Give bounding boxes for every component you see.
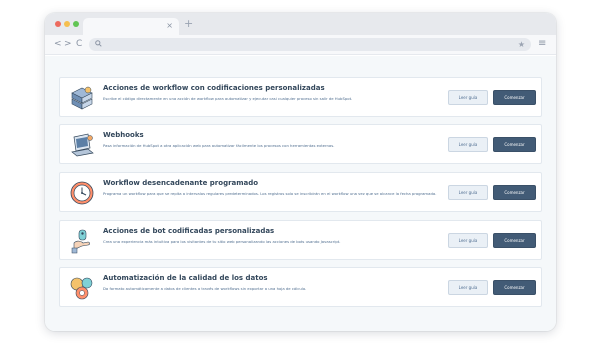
feature-card: Workflow desencadenante programado Progr…: [59, 172, 542, 212]
card-title: Webhooks: [103, 131, 144, 139]
browser-toolbar: < > C ★ ≡: [45, 35, 556, 55]
card-description: Escribe el código directamente en una ac…: [103, 96, 353, 101]
forward-icon[interactable]: >: [64, 38, 72, 50]
card-description: Da formato automáticamente a datos de cl…: [103, 286, 307, 291]
start-button[interactable]: Comenzar: [493, 137, 536, 152]
bookmark-star-icon[interactable]: ★: [518, 38, 525, 51]
feature-card: Acciones de bot codificadas personalizad…: [59, 220, 542, 260]
close-tab-icon[interactable]: ×: [166, 19, 173, 33]
card-title: Workflow desencadenante programado: [103, 179, 259, 187]
browser-tab[interactable]: ×: [83, 18, 179, 35]
card-description: Crea una experiencia más intuitiva para …: [103, 239, 341, 244]
feature-card: Automatización de la calidad de los dato…: [59, 267, 542, 307]
card-title: Automatización de la calidad de los dato…: [103, 274, 268, 282]
read-guide-button[interactable]: Leer guía: [448, 233, 488, 248]
address-bar[interactable]: ★: [89, 38, 531, 51]
start-button[interactable]: Comenzar: [493, 280, 536, 295]
reload-icon[interactable]: C: [76, 38, 82, 50]
card-title: Acciones de bot codificadas personalizad…: [103, 227, 275, 235]
back-icon[interactable]: <: [54, 38, 62, 50]
card-description: Programa un workflow para que se repita …: [103, 191, 437, 196]
data-quality-icon: [68, 274, 96, 302]
read-guide-button[interactable]: Leer guía: [448, 185, 488, 200]
minimize-window-button[interactable]: [64, 21, 70, 27]
read-guide-button[interactable]: Leer guía: [448, 90, 488, 105]
page-content: Acciones de workflow con codificaciones …: [45, 56, 556, 331]
maximize-window-button[interactable]: [73, 21, 79, 27]
browser-window: × + < > C ★ ≡ Acciones de workflow con c…: [45, 13, 556, 331]
new-tab-icon[interactable]: +: [184, 17, 193, 31]
card-description: Pasa información de HubSpot a otra aplic…: [103, 143, 335, 148]
bot-hand-icon: [68, 227, 96, 255]
start-button[interactable]: Comenzar: [493, 90, 536, 105]
start-button[interactable]: Comenzar: [493, 185, 536, 200]
clock-icon: [68, 179, 96, 207]
feature-card: Webhooks Pasa información de HubSpot a o…: [59, 124, 542, 164]
start-button[interactable]: Comenzar: [493, 233, 536, 248]
feature-card: Acciones de workflow con codificaciones …: [59, 77, 542, 117]
card-title: Acciones de workflow con codificaciones …: [103, 84, 325, 92]
browser-titlebar: × +: [45, 13, 556, 35]
server-stack-icon: [68, 84, 96, 112]
menu-icon[interactable]: ≡: [538, 38, 546, 50]
laptop-icon: [68, 131, 96, 159]
close-window-button[interactable]: [55, 21, 61, 27]
read-guide-button[interactable]: Leer guía: [448, 280, 488, 295]
read-guide-button[interactable]: Leer guía: [448, 137, 488, 152]
search-icon: [95, 38, 102, 51]
